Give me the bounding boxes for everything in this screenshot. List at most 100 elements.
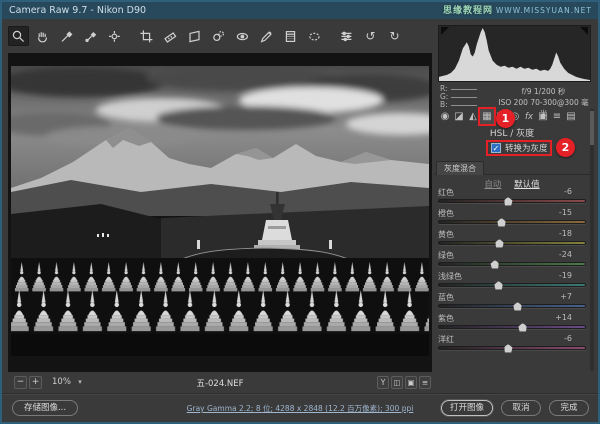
histogram-readouts: R: G: B: f/9 1/200 秒 ISO 200 70-300@300 …	[438, 85, 591, 109]
workflow-options-link[interactable]: Gray Gamma 2.2; 8 位; 4288 x 2848 (12.2 百…	[122, 403, 478, 414]
panel-scrollbar[interactable]	[590, 109, 594, 371]
cancel-button[interactable]: 取消	[501, 400, 541, 416]
slider-aqua-value[interactable]: -19	[559, 271, 572, 281]
zoom-tool-icon[interactable]	[8, 26, 29, 46]
footer-bar: 存储图像... Gray Gamma 2.2; 8 位; 4288 x 2848…	[2, 393, 598, 422]
r-value-dash	[451, 89, 477, 90]
straighten-tool-icon[interactable]	[160, 26, 181, 46]
transform-tool-icon[interactable]	[184, 26, 205, 46]
shadow-clipping-icon[interactable]	[441, 27, 449, 35]
photo-preview[interactable]	[11, 66, 429, 356]
slider-green-value[interactable]: -24	[559, 250, 572, 260]
convert-grayscale-checkbox[interactable]: ✓	[491, 143, 501, 153]
slider-magenta[interactable]: 洋红 -6	[438, 334, 586, 354]
slider-red[interactable]: 红色 -6	[438, 187, 586, 207]
slider-blue[interactable]: 蓝色 +7	[438, 292, 586, 312]
image-preview-area[interactable]	[8, 53, 432, 372]
slider-purple-thumb[interactable]	[518, 323, 527, 332]
preview-menu-button[interactable]: ≡	[419, 376, 431, 389]
grayscale-mix-tab[interactable]: 灰度混合	[436, 161, 484, 175]
watermark: 思缘教程网 WWW.MISSYUAN.NET	[443, 3, 592, 19]
preferences-icon[interactable]	[336, 26, 357, 46]
convert-to-grayscale-row[interactable]: ✓ 转换为灰度	[486, 140, 552, 156]
graduated-filter-tool-icon[interactable]	[280, 26, 301, 46]
slider-orange-thumb[interactable]	[497, 218, 506, 227]
slider-red-thumb[interactable]	[504, 197, 513, 206]
slider-blue-value[interactable]: +7	[560, 292, 572, 302]
slider-orange-track[interactable]	[438, 220, 586, 224]
slider-purple-track[interactable]	[438, 325, 586, 329]
tab-effects[interactable]: fx	[522, 109, 536, 125]
title-bar: Camera Raw 9.7 - Nikon D90 思缘教程网 WWW.MIS…	[2, 2, 598, 19]
slider-green-track[interactable]	[438, 262, 586, 266]
watermark-site-url: WWW.MISSYUAN.NET	[496, 6, 592, 15]
toolbar: ↺ ↻	[8, 23, 432, 49]
slider-green-thumb[interactable]	[490, 260, 499, 269]
slider-purple-label: 紫色	[438, 313, 454, 323]
highlight-clipping-icon[interactable]	[580, 27, 588, 35]
filename-label: 五-024.NEF	[8, 377, 432, 389]
slider-yellow[interactable]: 黄色 -18	[438, 229, 586, 249]
slider-purple-value[interactable]: +14	[555, 313, 572, 323]
slider-orange-value[interactable]: -15	[559, 208, 572, 218]
adjustment-brush-tool-icon[interactable]	[256, 26, 277, 46]
rotate-right-icon[interactable]: ↻	[384, 26, 405, 46]
preview-status-bar: − + 10% ▾ 五-024.NEF Y ◫ ▣ ≡	[8, 374, 432, 392]
step2-marker: 2	[556, 138, 575, 157]
targeted-adjustment-tool-icon[interactable]	[104, 26, 125, 46]
red-eye-tool-icon[interactable]	[232, 26, 253, 46]
step1-marker: 1	[496, 109, 515, 128]
slider-aqua-track[interactable]	[438, 283, 586, 287]
slider-orange-label: 橙色	[438, 208, 454, 218]
hand-tool-icon[interactable]	[32, 26, 53, 46]
slider-red-track[interactable]	[438, 199, 586, 203]
watermark-site-name: 思缘教程网	[443, 6, 493, 16]
step1-highlight-box	[478, 107, 496, 126]
g-value-dash	[451, 97, 477, 98]
convert-grayscale-label: 转换为灰度	[505, 142, 548, 154]
slider-blue-thumb[interactable]	[513, 302, 522, 311]
slider-magenta-label: 洋红	[438, 334, 454, 344]
slider-yellow-track[interactable]	[438, 241, 586, 245]
done-button[interactable]: 完成	[549, 400, 589, 416]
save-image-button[interactable]: 存储图像...	[12, 400, 78, 416]
slider-green[interactable]: 绿色-24	[438, 250, 586, 270]
slider-blue-label: 蓝色	[438, 292, 454, 302]
spot-removal-tool-icon[interactable]	[208, 26, 229, 46]
slider-magenta-track[interactable]	[438, 346, 586, 350]
before-after-side-button[interactable]: ◫	[391, 376, 403, 389]
rotate-left-icon[interactable]: ↺	[360, 26, 381, 46]
slider-aqua-thumb[interactable]	[494, 281, 503, 290]
slider-magenta-value[interactable]: -6	[564, 334, 572, 344]
slider-yellow-value[interactable]: -18	[559, 229, 572, 239]
slider-purple[interactable]: 紫色 +14	[438, 313, 586, 333]
slider-red-value[interactable]: -6	[564, 187, 572, 197]
histogram[interactable]	[438, 25, 591, 82]
radial-filter-tool-icon[interactable]	[304, 26, 325, 46]
window-title: Camera Raw 9.7 - Nikon D90	[9, 5, 146, 16]
slider-orange[interactable]: 橙色 -15	[438, 208, 586, 228]
adjustments-panel: R: G: B: f/9 1/200 秒 ISO 200 70-300@300 …	[434, 19, 594, 392]
color-sampler-tool-icon[interactable]	[80, 26, 101, 46]
subtab-strip: 灰度混合	[434, 161, 590, 175]
rgb-readout: R: G: B:	[440, 85, 477, 109]
before-after-split-button[interactable]: ▣	[405, 376, 417, 389]
tab-camera-calibration[interactable]: ▣	[536, 109, 550, 125]
white-balance-tool-icon[interactable]	[56, 26, 77, 46]
tab-tone-curve[interactable]: ◪	[452, 109, 466, 125]
tab-snapshots[interactable]: ▤	[564, 109, 578, 125]
slider-magenta-thumb[interactable]	[504, 344, 513, 353]
panel-scrollbar-thumb[interactable]	[590, 111, 594, 145]
exif-exposure: f/9 1/200 秒	[496, 86, 591, 97]
tab-presets[interactable]: ≡	[550, 109, 564, 125]
slider-yellow-label: 黄色	[438, 229, 454, 239]
slider-blue-track[interactable]	[438, 304, 586, 308]
open-image-button[interactable]: 打开图像	[441, 400, 493, 416]
crop-tool-icon[interactable]	[136, 26, 157, 46]
slider-red-label: 红色	[438, 187, 454, 197]
slider-aqua-label: 浅绿色	[438, 271, 462, 281]
preview-toggle-button[interactable]: Y	[377, 376, 389, 389]
tab-basic[interactable]: ◉	[438, 109, 452, 125]
slider-yellow-thumb[interactable]	[495, 239, 504, 248]
slider-aqua[interactable]: 浅绿色 -19	[438, 271, 586, 291]
